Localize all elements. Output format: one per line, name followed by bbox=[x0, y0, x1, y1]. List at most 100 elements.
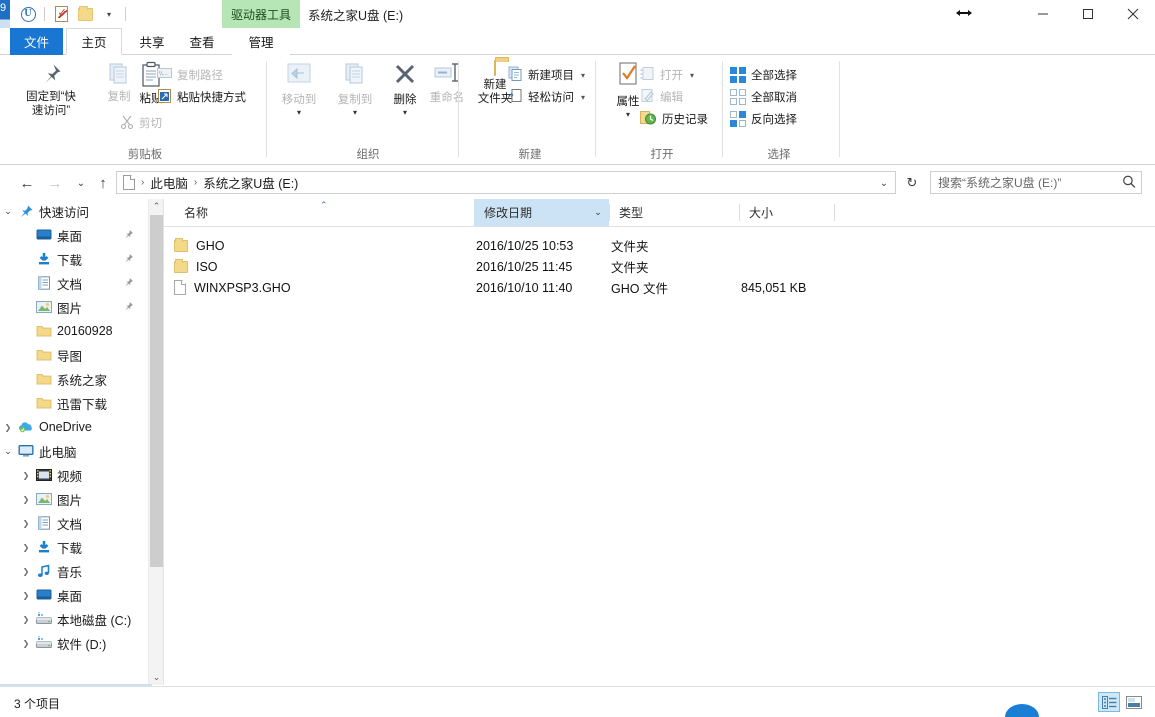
customize-qat-button[interactable]: ▾ bbox=[97, 3, 121, 25]
ribbon-button-pin-to-quick-access[interactable]: 固定到“快速访问” bbox=[20, 61, 82, 118]
sidebar-item-文档[interactable]: 文档 bbox=[0, 271, 148, 295]
scroll-up-arrow-icon[interactable]: ⌃ bbox=[149, 199, 164, 214]
search-input[interactable]: 搜索“系统之家U盘 (E:)” bbox=[938, 174, 1123, 191]
window-controls[interactable] bbox=[1020, 0, 1155, 28]
tab-manage[interactable]: 管理 bbox=[232, 28, 290, 55]
quick-access-toolbar[interactable]: U ✓ ▾ bbox=[16, 3, 130, 25]
tab-view[interactable]: 查看 bbox=[173, 28, 231, 55]
sidebar-item-20160928[interactable]: 20160928 bbox=[0, 319, 148, 343]
sidebar-item-桌面[interactable]: 桌面 bbox=[0, 223, 148, 247]
scrollbar-thumb[interactable] bbox=[150, 215, 163, 567]
pin-icon[interactable] bbox=[123, 253, 134, 267]
column-header-type[interactable]: 类型 bbox=[609, 199, 739, 226]
sidebar-item-OneDrive[interactable]: ❯OneDrive bbox=[0, 415, 148, 439]
ribbon-button-history[interactable]: 历史记录 bbox=[640, 109, 708, 129]
table-row[interactable]: WINXPSP3.GHO2016/10/10 11:40GHO 文件845,05… bbox=[164, 277, 1155, 298]
breadcrumb-separator-0[interactable]: › bbox=[137, 177, 148, 188]
sidebar-item-文档[interactable]: ❯文档 bbox=[0, 511, 148, 535]
ribbon-button-select-none[interactable]: 全部取消 bbox=[730, 87, 797, 107]
scroll-down-arrow-icon[interactable]: ⌄ bbox=[149, 670, 164, 685]
search-box[interactable]: 搜索“系统之家U盘 (E:)” bbox=[930, 171, 1142, 194]
view-mode-buttons[interactable] bbox=[1098, 692, 1145, 712]
maximize-button[interactable] bbox=[1065, 0, 1110, 28]
cell-name[interactable]: WINXPSP3.GHO bbox=[174, 277, 474, 298]
ribbon-button-open[interactable]: 打开 ▾ bbox=[640, 65, 694, 85]
ribbon-button-invert-selection[interactable]: 反向选择 bbox=[730, 109, 797, 129]
properties-quick-button[interactable]: ✓ bbox=[49, 3, 73, 25]
up-button[interactable]: ↑ bbox=[92, 172, 114, 194]
chevron-right-icon[interactable]: ❯ bbox=[0, 423, 16, 432]
chevron-down-icon[interactable]: ▾ bbox=[297, 108, 301, 117]
chevron-right-icon[interactable]: ❯ bbox=[18, 567, 34, 576]
ribbon-button-copy-path[interactable]: \\... 复制路径 bbox=[157, 65, 223, 85]
table-row[interactable]: GHO2016/10/25 10:53文件夹 bbox=[164, 235, 1155, 256]
details-view-button[interactable] bbox=[1098, 692, 1120, 712]
column-resize-handle-size[interactable] bbox=[834, 204, 835, 221]
ribbon-button-select-all[interactable]: 全部选择 bbox=[730, 65, 797, 85]
ribbon-button-easy-access[interactable]: 轻松访问 ▾ bbox=[508, 87, 585, 107]
sidebar-item-导图[interactable]: 导图 bbox=[0, 343, 148, 367]
cell-name[interactable]: ISO bbox=[174, 256, 474, 277]
chevron-right-icon[interactable]: ❯ bbox=[18, 639, 34, 648]
chevron-right-icon[interactable]: ❯ bbox=[18, 519, 34, 528]
ribbon-button-edit[interactable]: 编辑 bbox=[640, 87, 683, 107]
close-button[interactable] bbox=[1110, 0, 1155, 28]
chevron-down-icon[interactable]: ▾ bbox=[403, 108, 407, 117]
minimize-button[interactable] bbox=[1020, 0, 1065, 28]
sidebar-item-视频[interactable]: ❯视频 bbox=[0, 463, 148, 487]
breadcrumb-separator-1[interactable]: › bbox=[190, 177, 201, 188]
breadcrumb-current-drive[interactable]: 系统之家U盘 (E:) bbox=[203, 173, 298, 192]
file-list-pane[interactable]: 名称⌃修改日期⌄类型大小 GHO2016/10/25 10:53文件夹ISO20… bbox=[164, 199, 1155, 685]
sidebar-item-迅雷下载[interactable]: 迅雷下载 bbox=[0, 391, 148, 415]
column-header-name[interactable]: 名称⌃ bbox=[174, 199, 474, 226]
new-folder-quick-button[interactable] bbox=[73, 3, 97, 25]
sidebar-item-桌面[interactable]: ❯桌面 bbox=[0, 583, 148, 607]
tab-file[interactable]: 文件 bbox=[10, 28, 63, 55]
refresh-button[interactable]: ↻ bbox=[901, 172, 923, 194]
forward-button[interactable]: → bbox=[44, 172, 66, 194]
back-button[interactable]: ← bbox=[16, 172, 38, 194]
ribbon-button-paste-shortcut[interactable]: 粘贴快捷方式 bbox=[157, 87, 246, 107]
chevron-down-icon[interactable]: ⌄ bbox=[0, 446, 16, 457]
ribbon-button-move-to[interactable]: 移动到 ▾ bbox=[268, 61, 330, 117]
pin-icon[interactable] bbox=[123, 277, 134, 291]
chevron-down-icon[interactable]: ▾ bbox=[581, 93, 585, 102]
sidebar-item-快速访问[interactable]: ⌄快速访问 bbox=[0, 199, 148, 223]
pin-icon[interactable] bbox=[123, 229, 134, 243]
chevron-down-icon[interactable]: ⌄ bbox=[0, 206, 16, 217]
pin-icon[interactable] bbox=[123, 301, 134, 315]
sidebar-item-图片[interactable]: 图片 bbox=[0, 295, 148, 319]
chevron-down-icon[interactable]: ▾ bbox=[626, 110, 630, 119]
sidebar-item-下载[interactable]: ❯下载 bbox=[0, 535, 148, 559]
breadcrumb-this-pc[interactable]: 此电脑 bbox=[150, 173, 188, 192]
recent-locations-button[interactable]: ⌄ bbox=[70, 172, 92, 194]
chevron-down-icon[interactable]: ▾ bbox=[353, 108, 357, 117]
chevron-down-icon[interactable]: ▾ bbox=[581, 71, 585, 80]
chevron-down-icon[interactable]: ▾ bbox=[690, 71, 694, 80]
navigation-pane[interactable]: ⌄快速访问桌面下载文档图片20160928导图系统之家迅雷下载❯OneDrive… bbox=[0, 199, 148, 685]
column-filter-dropdown-date[interactable]: ⌄ bbox=[590, 199, 606, 226]
navigation-pane-scrollbar[interactable]: ⌃ ⌄ bbox=[148, 199, 163, 685]
sidebar-item-下载[interactable]: 下载 bbox=[0, 247, 148, 271]
cell-name[interactable]: GHO bbox=[174, 235, 474, 256]
sidebar-item-此电脑[interactable]: ⌄此电脑 bbox=[0, 439, 148, 463]
chevron-right-icon[interactable]: ❯ bbox=[18, 495, 34, 504]
ribbon-button-cut[interactable]: 剪切 bbox=[120, 113, 162, 133]
ribbon-button-new-item[interactable]: 新建项目 ▾ bbox=[508, 65, 585, 85]
address-dropdown-button[interactable]: ⌄ bbox=[874, 173, 894, 194]
sidebar-item-系统之家[interactable]: 系统之家 bbox=[0, 367, 148, 391]
sidebar-item-音乐[interactable]: ❯音乐 bbox=[0, 559, 148, 583]
chevron-right-icon[interactable]: ❯ bbox=[18, 471, 34, 480]
tab-home[interactable]: 主页 bbox=[66, 28, 122, 55]
explorer-app-icon[interactable]: U bbox=[16, 3, 40, 25]
chevron-right-icon[interactable]: ❯ bbox=[18, 591, 34, 600]
sidebar-item-本地磁盘 (C:)[interactable]: ❯本地磁盘 (C:) bbox=[0, 607, 148, 631]
column-header-size[interactable]: 大小 bbox=[739, 199, 834, 226]
column-header-date[interactable]: 修改日期⌄ bbox=[474, 199, 609, 226]
column-header-row[interactable]: 名称⌃修改日期⌄类型大小 bbox=[164, 199, 1155, 227]
chevron-right-icon[interactable]: ❯ bbox=[18, 543, 34, 552]
chevron-right-icon[interactable]: ❯ bbox=[18, 615, 34, 624]
address-bar[interactable]: › 此电脑 › 系统之家U盘 (E:) ⌄ bbox=[116, 171, 896, 194]
table-row[interactable]: ISO2016/10/25 11:45文件夹 bbox=[164, 256, 1155, 277]
large-icons-view-button[interactable] bbox=[1123, 692, 1145, 712]
